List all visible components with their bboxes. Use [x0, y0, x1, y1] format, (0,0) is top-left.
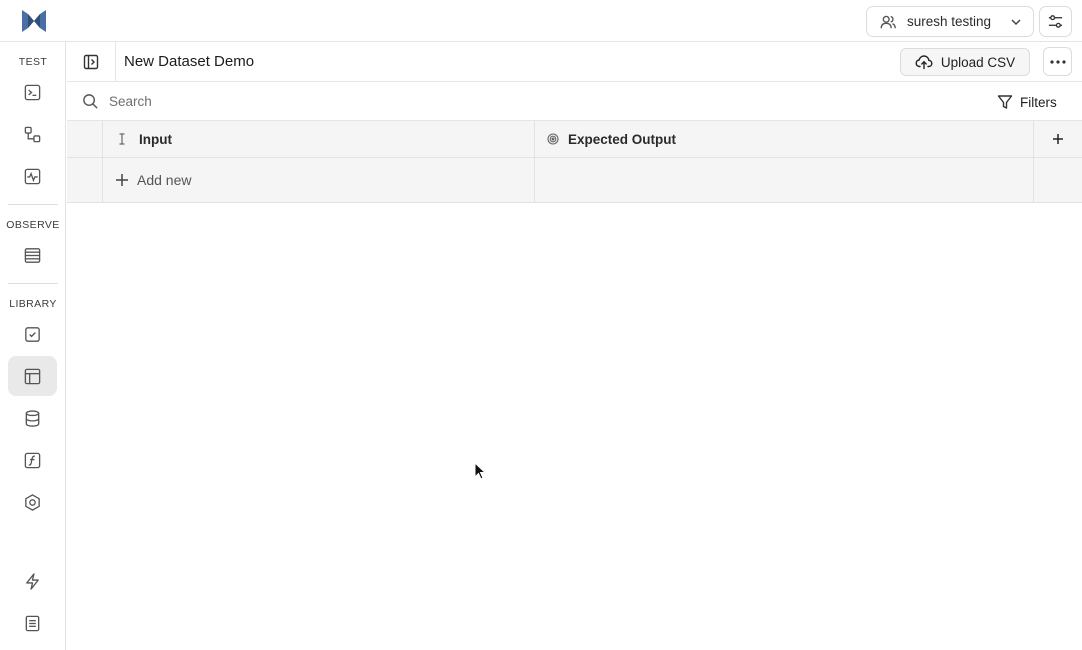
user-name: suresh testing	[907, 14, 992, 29]
function-icon	[24, 452, 41, 468]
row-select-header	[67, 121, 103, 157]
sidebar-section-test: TEST	[18, 56, 48, 68]
sidebar-divider	[8, 283, 58, 284]
column-header-expected-output[interactable]: Expected Output	[535, 121, 1034, 157]
table-cell	[535, 158, 1034, 202]
sidebar-item-database[interactable]	[8, 398, 57, 438]
column-label: Expected Output	[568, 131, 677, 147]
sidebar-item-workflow[interactable]	[8, 114, 57, 154]
table-list-icon	[24, 247, 41, 263]
more-horizontal-icon	[1049, 59, 1066, 64]
row-select-cell	[67, 158, 103, 202]
more-options-button[interactable]	[1043, 47, 1072, 76]
sidebar-section-library: LIBRARY	[9, 298, 57, 310]
table-header-row: Input Expected Output	[67, 121, 1082, 158]
upload-csv-label: Upload CSV	[940, 54, 1016, 70]
table-cell	[1034, 158, 1082, 202]
add-new-button[interactable]: Add new	[103, 158, 534, 202]
sidebar-item-docs[interactable]	[8, 603, 57, 643]
workflow-icon	[24, 126, 41, 142]
terminal-icon	[24, 84, 41, 100]
top-bar: suresh testing	[0, 0, 1082, 42]
sidebar-item-terminal[interactable]	[8, 72, 57, 112]
filters-button[interactable]: Filters	[997, 91, 1057, 113]
mouse-cursor-icon	[474, 462, 486, 480]
add-row: Add new	[67, 158, 1082, 203]
activity-icon	[24, 168, 41, 184]
dataset-header: New Dataset Demo Upload CSV	[67, 42, 1082, 82]
sidebar-item-datasets[interactable]	[8, 356, 57, 396]
checkbox-icon	[25, 326, 40, 342]
add-new-label: Add new	[137, 172, 192, 188]
plus-icon	[116, 174, 128, 186]
filter-icon	[997, 95, 1013, 109]
cloud-upload-icon	[915, 55, 933, 70]
preferences-button[interactable]	[1039, 6, 1072, 37]
sidebar-section-observe: OBSERVE	[6, 219, 60, 231]
users-icon	[880, 15, 896, 28]
dataset-table-icon	[24, 368, 41, 384]
hexagon-icon	[25, 493, 40, 511]
column-header-input[interactable]: Input	[103, 121, 535, 157]
chevron-down-icon	[1011, 18, 1021, 25]
target-icon	[547, 133, 559, 145]
add-new-cell: Add new	[103, 158, 535, 202]
database-icon	[25, 409, 40, 427]
sliders-icon	[1048, 15, 1063, 28]
text-cursor-icon	[119, 133, 125, 145]
sidebar: TEST OBSERVE LIBRARY	[0, 42, 66, 650]
workspace-user-select[interactable]: suresh testing	[866, 6, 1034, 37]
app-window: suresh testing TEST OBSERVE LIBRARY New …	[0, 0, 1082, 650]
sidebar-item-evaluators[interactable]	[8, 314, 57, 354]
panel-toggle-button[interactable]	[67, 42, 116, 81]
sidebar-item-logs[interactable]	[8, 235, 57, 275]
column-label: Input	[139, 131, 172, 147]
search-input[interactable]	[109, 90, 809, 112]
sidebar-item-activity[interactable]	[8, 156, 57, 196]
sidebar-item-settings[interactable]	[8, 482, 57, 522]
page-title: New Dataset Demo	[124, 53, 255, 70]
add-column-button[interactable]	[1034, 121, 1082, 157]
sidebar-item-functions[interactable]	[8, 440, 57, 480]
zap-icon	[26, 572, 39, 590]
upload-csv-button[interactable]: Upload CSV	[900, 48, 1030, 76]
search-bar: Filters	[67, 82, 1082, 121]
logo-icon[interactable]	[20, 8, 48, 34]
filters-label: Filters	[1020, 94, 1057, 110]
plus-icon	[1053, 134, 1063, 144]
sidebar-toggle-icon	[83, 54, 99, 69]
sidebar-divider	[8, 204, 58, 205]
sidebar-item-quickstart[interactable]	[8, 561, 57, 601]
search-icon	[83, 94, 98, 109]
document-icon	[25, 615, 40, 631]
